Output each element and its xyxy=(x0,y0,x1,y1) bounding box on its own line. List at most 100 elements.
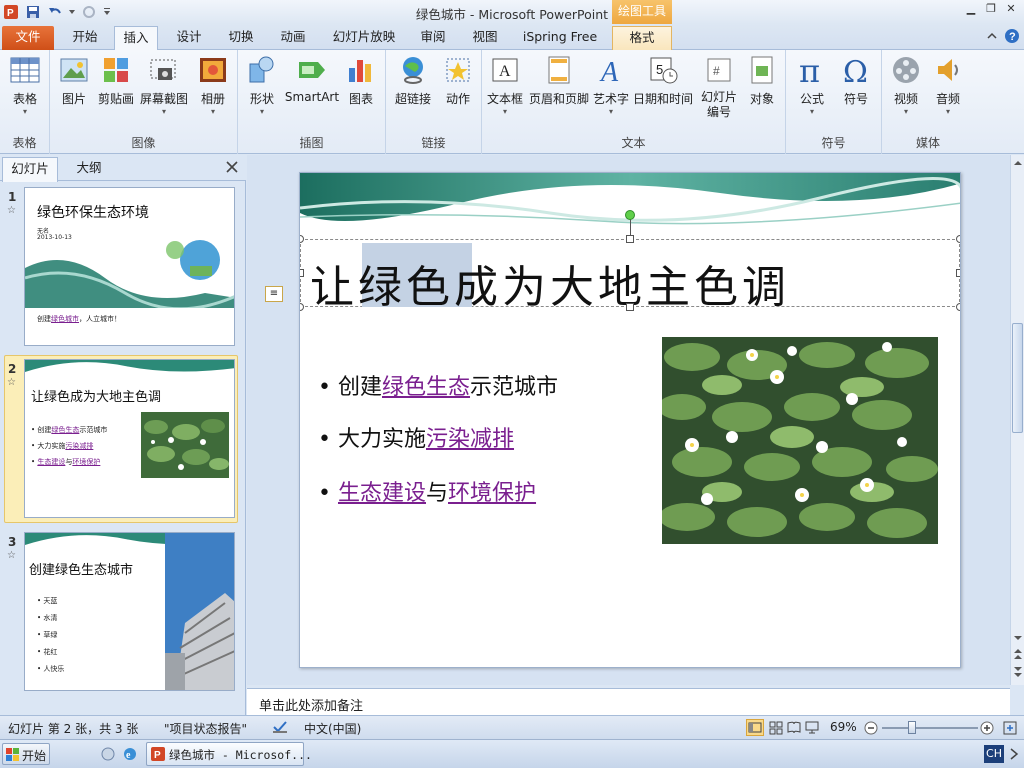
slide-sorter-icon[interactable] xyxy=(768,720,784,735)
minimize-icon[interactable]: ▁ xyxy=(962,2,980,16)
show-desktop-icon[interactable] xyxy=(100,746,116,762)
thumb2-bullet-1: • 创建绿色生态示范城市 xyxy=(31,426,108,434)
screenshot-button[interactable]: 屏幕截图 ▾ xyxy=(138,54,190,117)
vertical-scrollbar[interactable] xyxy=(1010,155,1024,685)
scroll-thumb[interactable] xyxy=(1012,323,1023,433)
group-images: 图片 剪贴画 屏幕截图 ▾ 相册 ▾ 图像 xyxy=(50,50,238,154)
reading-view-icon[interactable] xyxy=(786,720,802,735)
minimize-ribbon-icon[interactable] xyxy=(986,30,998,42)
normal-view-icon[interactable] xyxy=(746,719,764,736)
group-illustrations: 形状 ▾ SmartArt 图表 插图 xyxy=(238,50,386,154)
audio-button[interactable]: 音频 ▾ xyxy=(928,54,968,117)
video-button[interactable]: 视频 ▾ xyxy=(886,54,926,117)
thumb2-bullet-2: • 大力实施污染减排 xyxy=(31,442,94,450)
fit-to-window-icon[interactable] xyxy=(1002,720,1018,736)
tab-outline[interactable]: 大纲 xyxy=(64,157,114,181)
close-icon[interactable]: ✕ xyxy=(1002,2,1020,16)
group-title-illustrations: 插图 xyxy=(299,136,324,150)
bullet3-link2[interactable]: 环境保护 xyxy=(448,481,536,506)
svg-text:5: 5 xyxy=(656,62,663,77)
tab-slides[interactable]: 幻灯片 xyxy=(2,157,58,182)
tab-view[interactable]: 视图 xyxy=(464,26,506,50)
object-button[interactable]: 对象 xyxy=(742,54,782,107)
rotation-handle[interactable] xyxy=(625,210,635,220)
close-panel-icon[interactable] xyxy=(226,161,238,173)
object-label: 对象 xyxy=(749,92,774,106)
help-icon[interactable]: ? xyxy=(1004,28,1020,44)
slide-number-button[interactable]: # 幻灯片 编号 xyxy=(696,54,742,120)
waterlily-photo[interactable] xyxy=(662,337,938,544)
group-title-media: 媒体 xyxy=(915,136,940,150)
input-language-indicator[interactable]: CH xyxy=(984,745,1004,763)
restore-icon[interactable]: ❐ xyxy=(982,2,1000,16)
tab-transitions[interactable]: 切换 xyxy=(220,26,262,50)
spellcheck-icon[interactable] xyxy=(272,720,288,734)
resize-handle[interactable] xyxy=(956,269,960,277)
tab-home[interactable]: 开始 xyxy=(62,26,108,50)
clipart-button[interactable]: 剪贴画 xyxy=(96,54,136,107)
start-button[interactable]: 开始 xyxy=(2,743,50,765)
album-label: 相册 xyxy=(200,92,225,106)
table-button[interactable]: 表格 ▾ xyxy=(6,54,44,117)
tab-insert[interactable]: 插入 xyxy=(114,26,158,51)
tab-file[interactable]: 文件 xyxy=(2,26,54,50)
zoom-slider-thumb[interactable] xyxy=(908,721,916,734)
chart-button[interactable]: 图表 xyxy=(342,54,380,107)
tab-slideshow[interactable]: 幻灯片放映 xyxy=(324,26,404,50)
picture-button[interactable]: 图片 xyxy=(56,54,92,107)
notes-pane[interactable]: 单击此处添加备注 xyxy=(247,688,1010,715)
slide-thumbnail-3[interactable]: 创建绿色生态城市 • 天蓝 • 水清 • 草绿 • 花红 • 人快乐 xyxy=(24,532,235,691)
datetime-button[interactable]: 5 日期和时间 xyxy=(632,54,694,107)
slide-title[interactable]: 让绿色成为大地主色调 xyxy=(310,251,790,315)
scroll-down-icon[interactable] xyxy=(1013,633,1023,643)
language-indicator[interactable]: 中文(中国) xyxy=(304,720,361,737)
autofit-options-icon[interactable]: ≡ xyxy=(265,286,283,302)
slide-bullet-2[interactable]: • 大力实施污染减排 xyxy=(318,421,514,453)
resize-handle[interactable] xyxy=(956,235,960,243)
resize-handle[interactable] xyxy=(626,303,634,311)
powerpoint-app-icon: P xyxy=(151,747,165,761)
resize-handle[interactable] xyxy=(300,303,304,311)
next-slide-icon[interactable] xyxy=(1013,665,1023,679)
slide-bullet-1[interactable]: • 创建绿色生态示范城市 xyxy=(318,369,558,401)
bullet1-link[interactable]: 绿色生态 xyxy=(382,375,470,400)
slideshow-view-icon[interactable] xyxy=(804,720,820,735)
thumb2-wave-decoration xyxy=(25,360,234,372)
previous-slide-icon[interactable] xyxy=(1013,647,1023,661)
thumb3-building-image xyxy=(165,533,234,690)
slide-thumbnail-2[interactable]: 让绿色成为大地主色调 • 创建绿色生态示范城市 • 大力实施污染减排 • 生态建… xyxy=(24,359,235,518)
equation-button[interactable]: π 公式 ▾ xyxy=(792,54,832,117)
svg-text:A: A xyxy=(499,63,511,80)
resize-handle[interactable] xyxy=(626,235,634,243)
tab-design[interactable]: 设计 xyxy=(168,26,210,50)
hyperlink-button[interactable]: 超链接 xyxy=(390,54,436,107)
tab-format[interactable]: 格式 xyxy=(612,26,672,50)
shapes-button[interactable]: 形状 ▾ xyxy=(244,54,280,117)
tab-review[interactable]: 审阅 xyxy=(412,26,454,50)
wordart-button[interactable]: A 艺术字 ▾ xyxy=(590,54,632,117)
resize-handle[interactable] xyxy=(300,269,304,277)
album-button[interactable]: 相册 ▾ xyxy=(194,54,232,117)
slide-bullet-3[interactable]: • 生态建设与环境保护 xyxy=(318,475,536,507)
internet-explorer-icon[interactable]: e xyxy=(122,746,138,762)
zoom-out-icon[interactable] xyxy=(864,721,878,735)
header-footer-button[interactable]: 页眉和页脚 xyxy=(528,54,590,107)
slide-thumbnail-1[interactable]: 绿色环保生态环境 无名 2013-10-13 创建绿色城市，人立城市！ xyxy=(24,187,235,346)
scroll-up-icon[interactable] xyxy=(1013,158,1023,168)
bullet3-link1[interactable]: 生态建设 xyxy=(338,481,426,506)
zoom-in-icon[interactable] xyxy=(980,721,994,735)
tab-animations[interactable]: 动画 xyxy=(272,26,314,50)
symbol-button[interactable]: Ω 符号 xyxy=(836,54,876,107)
tray-arrow-icon[interactable] xyxy=(1008,747,1020,761)
resize-handle[interactable] xyxy=(956,303,960,311)
zoom-slider-track[interactable] xyxy=(882,727,978,729)
window-title: 绿色城市 - Microsoft PowerPoint xyxy=(415,7,609,22)
smartart-button[interactable]: SmartArt xyxy=(284,54,340,104)
bullet2-link[interactable]: 污染减排 xyxy=(426,427,514,452)
taskbar-powerpoint-button[interactable]: P 绿色城市 - Microsof... xyxy=(146,742,312,766)
zoom-level[interactable]: 69% xyxy=(830,720,857,734)
tab-ispring[interactable]: iSpring Free xyxy=(516,26,604,50)
textbox-button[interactable]: A 文本框 ▾ xyxy=(484,54,526,117)
action-button[interactable]: 动作 xyxy=(438,54,478,107)
theme-name[interactable]: "项目状态报告" xyxy=(164,720,247,737)
